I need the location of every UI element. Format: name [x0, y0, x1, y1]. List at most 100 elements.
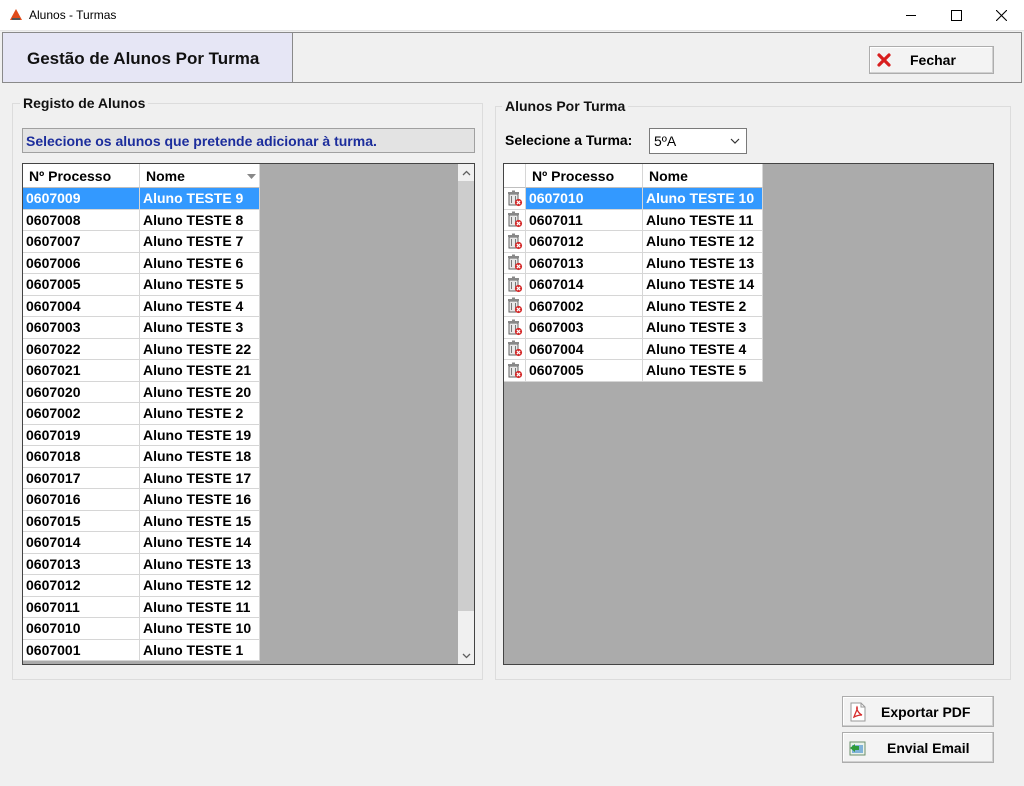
- cell-nome[interactable]: Aluno TESTE 11: [643, 209, 763, 231]
- fechar-button[interactable]: Fechar: [869, 46, 994, 74]
- minimize-button[interactable]: [888, 0, 934, 31]
- column-header-nome[interactable]: Nome: [140, 164, 260, 188]
- cell-processo[interactable]: 0607009: [23, 188, 140, 210]
- cell-processo[interactable]: 0607021: [23, 360, 140, 382]
- row-delete-button[interactable]: [504, 209, 526, 231]
- table-row[interactable]: 0607014 Aluno TESTE 14: [23, 532, 260, 554]
- window-close-button[interactable]: [978, 0, 1024, 31]
- cell-processo[interactable]: 0607008: [23, 209, 140, 231]
- cell-processo[interactable]: 0607005: [526, 360, 643, 382]
- cell-processo[interactable]: 0607016: [23, 489, 140, 511]
- column-header-processo[interactable]: Nº Processo: [23, 164, 140, 188]
- cell-processo[interactable]: 0607006: [23, 252, 140, 274]
- row-delete-button[interactable]: [504, 231, 526, 253]
- cell-processo[interactable]: 0607013: [526, 252, 643, 274]
- export-pdf-button[interactable]: Exportar PDF: [842, 696, 994, 727]
- table-row[interactable]: 0607004 Aluno TESTE 4: [504, 338, 763, 360]
- table-row[interactable]: 0607002 Aluno TESTE 2: [23, 403, 260, 425]
- row-delete-button[interactable]: [504, 338, 526, 360]
- table-row[interactable]: 0607013 Aluno TESTE 13: [23, 553, 260, 575]
- cell-nome[interactable]: Aluno TESTE 5: [643, 360, 763, 382]
- cell-processo[interactable]: 0607004: [23, 295, 140, 317]
- table-row[interactable]: 0607016 Aluno TESTE 16: [23, 489, 260, 511]
- table-row[interactable]: 0607003 Aluno TESTE 3: [23, 317, 260, 339]
- cell-processo[interactable]: 0607001: [23, 639, 140, 661]
- scroll-down-button[interactable]: [458, 647, 474, 664]
- cell-nome[interactable]: Aluno TESTE 4: [643, 338, 763, 360]
- cell-nome[interactable]: Aluno TESTE 6: [140, 252, 260, 274]
- cell-processo[interactable]: 0607005: [23, 274, 140, 296]
- cell-nome[interactable]: Aluno TESTE 10: [140, 618, 260, 640]
- row-delete-button[interactable]: [504, 360, 526, 382]
- cell-processo[interactable]: 0607020: [23, 381, 140, 403]
- maximize-button[interactable]: [933, 0, 979, 31]
- cell-processo[interactable]: 0607014: [23, 532, 140, 554]
- row-delete-button[interactable]: [504, 188, 526, 210]
- alunos-turma-grid[interactable]: Nº Processo Nome 0607010 Aluno TESTE 10 06…: [503, 163, 994, 665]
- table-row[interactable]: 0607014 Aluno TESTE 14: [504, 274, 763, 296]
- cell-processo[interactable]: 0607003: [23, 317, 140, 339]
- table-row[interactable]: 0607006 Aluno TESTE 6: [23, 252, 260, 274]
- cell-processo[interactable]: 0607013: [23, 553, 140, 575]
- cell-nome[interactable]: Aluno TESTE 7: [140, 231, 260, 253]
- cell-processo[interactable]: 0607007: [23, 231, 140, 253]
- cell-nome[interactable]: Aluno TESTE 1: [140, 639, 260, 661]
- turma-select[interactable]: 5ºA: [649, 128, 747, 154]
- table-row[interactable]: 0607008 Aluno TESTE 8: [23, 209, 260, 231]
- cell-nome[interactable]: Aluno TESTE 15: [140, 510, 260, 532]
- cell-nome[interactable]: Aluno TESTE 8: [140, 209, 260, 231]
- cell-processo[interactable]: 0607014: [526, 274, 643, 296]
- cell-processo[interactable]: 0607002: [23, 403, 140, 425]
- row-delete-button[interactable]: [504, 317, 526, 339]
- table-row[interactable]: 0607017 Aluno TESTE 17: [23, 467, 260, 489]
- cell-nome[interactable]: Aluno TESTE 22: [140, 338, 260, 360]
- table-row[interactable]: 0607010 Aluno TESTE 10: [23, 618, 260, 640]
- cell-nome[interactable]: Aluno TESTE 17: [140, 467, 260, 489]
- scroll-thumb[interactable]: [458, 181, 474, 611]
- cell-processo[interactable]: 0607010: [526, 188, 643, 210]
- cell-nome[interactable]: Aluno TESTE 11: [140, 596, 260, 618]
- table-row[interactable]: 0607009 Aluno TESTE 9: [23, 188, 260, 210]
- table-row[interactable]: 0607002 Aluno TESTE 2: [504, 295, 763, 317]
- table-row[interactable]: 0607015 Aluno TESTE 15: [23, 510, 260, 532]
- table-row[interactable]: 0607004 Aluno TESTE 4: [23, 295, 260, 317]
- table-row[interactable]: 0607007 Aluno TESTE 7: [23, 231, 260, 253]
- cell-nome[interactable]: Aluno TESTE 10: [643, 188, 763, 210]
- cell-processo[interactable]: 0607010: [23, 618, 140, 640]
- column-header-nome[interactable]: Nome: [643, 164, 763, 188]
- table-row[interactable]: 0607001 Aluno TESTE 1: [23, 639, 260, 661]
- cell-processo[interactable]: 0607012: [526, 231, 643, 253]
- cell-nome[interactable]: Aluno TESTE 3: [140, 317, 260, 339]
- cell-processo[interactable]: 0607017: [23, 467, 140, 489]
- table-row[interactable]: 0607003 Aluno TESTE 3: [504, 317, 763, 339]
- table-row[interactable]: 0607013 Aluno TESTE 13: [504, 252, 763, 274]
- table-row[interactable]: 0607005 Aluno TESTE 5: [23, 274, 260, 296]
- cell-processo[interactable]: 0607002: [526, 295, 643, 317]
- cell-nome[interactable]: Aluno TESTE 2: [140, 403, 260, 425]
- cell-processo[interactable]: 0607012: [23, 575, 140, 597]
- cell-processo[interactable]: 0607015: [23, 510, 140, 532]
- cell-nome[interactable]: Aluno TESTE 12: [140, 575, 260, 597]
- table-row[interactable]: 0607005 Aluno TESTE 5: [504, 360, 763, 382]
- cell-nome[interactable]: Aluno TESTE 9: [140, 188, 260, 210]
- cell-nome[interactable]: Aluno TESTE 13: [643, 252, 763, 274]
- table-row[interactable]: 0607022 Aluno TESTE 22: [23, 338, 260, 360]
- registo-alunos-grid[interactable]: Nº Processo Nome 0607009 Aluno TESTE 9 060…: [22, 163, 475, 665]
- table-row[interactable]: 0607011 Aluno TESTE 11: [23, 596, 260, 618]
- cell-nome[interactable]: Aluno TESTE 14: [643, 274, 763, 296]
- table-row[interactable]: 0607021 Aluno TESTE 21: [23, 360, 260, 382]
- cell-processo[interactable]: 0607022: [23, 338, 140, 360]
- cell-processo[interactable]: 0607019: [23, 424, 140, 446]
- cell-processo[interactable]: 0607011: [526, 209, 643, 231]
- table-row[interactable]: 0607010 Aluno TESTE 10: [504, 188, 763, 210]
- cell-processo[interactable]: 0607004: [526, 338, 643, 360]
- column-header-processo[interactable]: Nº Processo: [526, 164, 643, 188]
- table-row[interactable]: 0607012 Aluno TESTE 12: [23, 575, 260, 597]
- table-row[interactable]: 0607020 Aluno TESTE 20: [23, 381, 260, 403]
- cell-nome[interactable]: Aluno TESTE 3: [643, 317, 763, 339]
- table-row[interactable]: 0607012 Aluno TESTE 12: [504, 231, 763, 253]
- cell-nome[interactable]: Aluno TESTE 2: [643, 295, 763, 317]
- table-row[interactable]: 0607018 Aluno TESTE 18: [23, 446, 260, 468]
- table-row[interactable]: 0607011 Aluno TESTE 11: [504, 209, 763, 231]
- scroll-up-button[interactable]: [458, 164, 474, 181]
